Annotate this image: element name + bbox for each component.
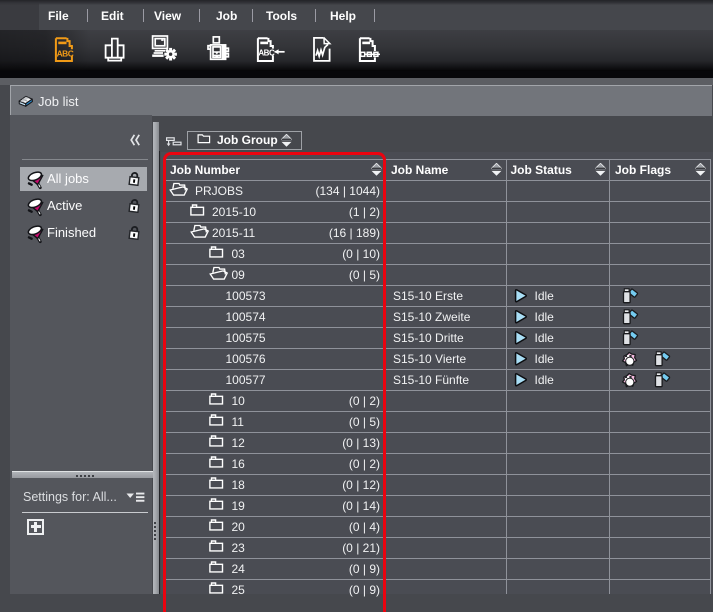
- svg-text:ABC: ABC: [258, 49, 275, 58]
- svg-text:ABC: ABC: [57, 48, 74, 58]
